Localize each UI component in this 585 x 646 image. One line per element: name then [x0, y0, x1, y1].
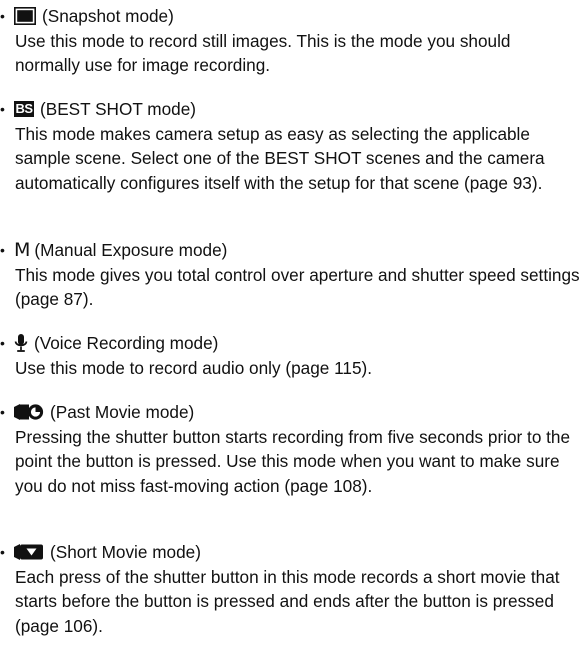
best-shot-icon-label: BS: [14, 101, 34, 118]
bullet: •: [0, 335, 5, 352]
item-title: (Past Movie mode): [50, 402, 195, 422]
bullet: •: [0, 544, 5, 561]
list-item-short-movie-mode: • (Short Movie mode) Each press of the s…: [0, 540, 585, 638]
list-item-past-movie-mode: • (Past Movie mode) Pressing the shutter…: [0, 400, 585, 498]
item-title: (Manual Exposure mode): [34, 240, 228, 260]
item-description: Use this mode to record still images. Th…: [15, 30, 511, 76]
bullet: •: [0, 404, 5, 421]
bullet: •: [0, 101, 5, 118]
microphone-icon: [14, 332, 28, 354]
item-heading: • BS (BEST SHOT mode): [0, 97, 585, 122]
item-heading: • (Snapshot mode): [0, 4, 585, 29]
item-title: (BEST SHOT mode): [40, 99, 197, 119]
snapshot-mode-icon: [14, 5, 36, 27]
item-title: (Voice Recording mode): [34, 333, 219, 353]
item-title: (Short Movie mode): [50, 542, 201, 562]
bullet: •: [0, 8, 5, 25]
list-item-snapshot-mode: • (Snapshot mode) Use this mode to recor…: [0, 4, 585, 78]
best-shot-icon: BS: [14, 98, 34, 120]
short-movie-icon: [14, 541, 44, 563]
manual-exposure-icon-label: M: [14, 239, 31, 262]
item-description: This mode makes camera setup as easy as …: [15, 123, 545, 193]
item-description: Pressing the shutter button starts recor…: [15, 426, 571, 496]
item-heading: • M (Manual Exposure mode): [0, 238, 585, 263]
item-description: Use this mode to record audio only (page…: [15, 357, 373, 378]
past-movie-icon: [14, 401, 44, 423]
item-description: Each press of the shutter button in this…: [15, 566, 560, 636]
item-heading: • (Past Movie mode): [0, 400, 585, 425]
manual-exposure-icon: M: [14, 239, 30, 261]
manual-page: • (Snapshot mode) Use this mode to recor…: [0, 0, 585, 646]
list-item-manual-exposure-mode: • M (Manual Exposure mode) This mode giv…: [0, 238, 585, 312]
item-description: This mode gives you total control over a…: [15, 264, 580, 310]
item-heading: • (Voice Recording mode): [0, 331, 585, 356]
list-item-best-shot-mode: • BS (BEST SHOT mode) This mode makes ca…: [0, 97, 585, 195]
item-heading: • (Short Movie mode): [0, 540, 585, 565]
list-item-voice-recording-mode: • (Voice Recording mode) Use this mode t…: [0, 331, 585, 380]
bullet: •: [0, 242, 5, 259]
item-title: (Snapshot mode): [42, 6, 174, 26]
